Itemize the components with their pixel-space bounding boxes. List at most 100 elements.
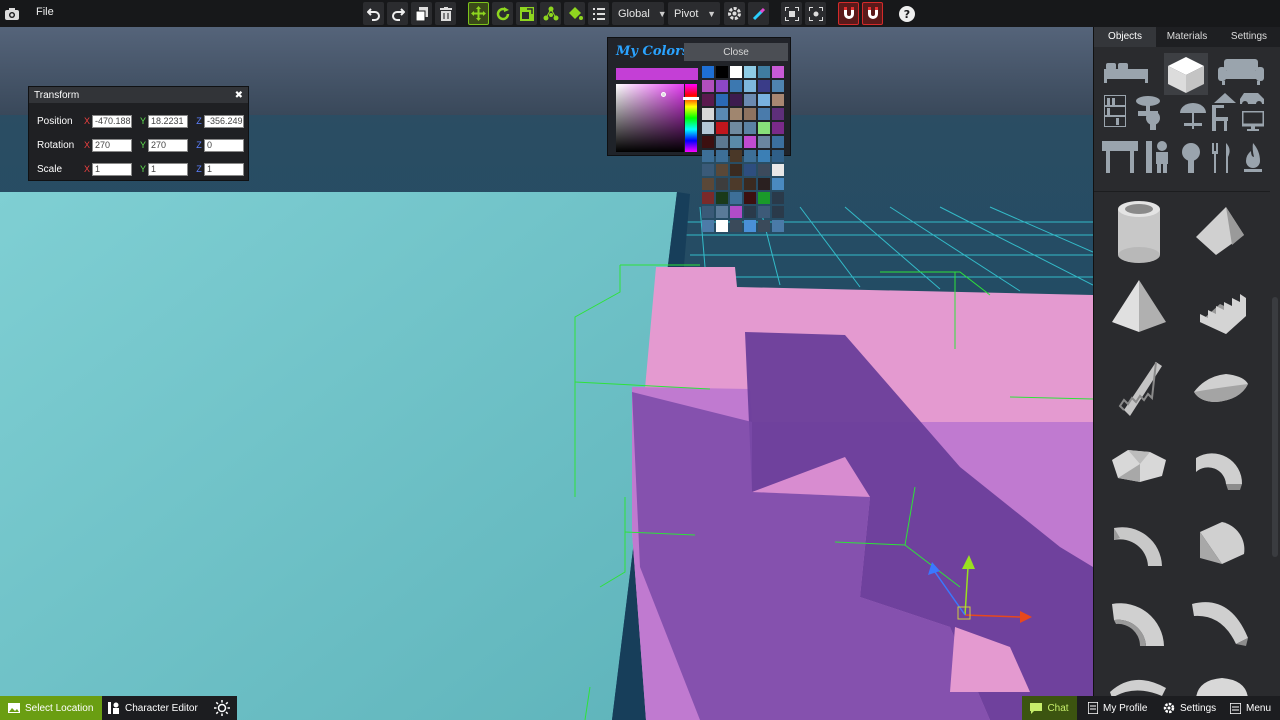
saturation-value-picker[interactable] xyxy=(616,84,684,152)
help-button[interactable]: ? xyxy=(896,2,917,25)
lighting-button[interactable] xyxy=(214,700,230,719)
color-swatch[interactable] xyxy=(702,178,714,190)
color-swatch[interactable] xyxy=(758,220,770,232)
bend-shape[interactable] xyxy=(1186,586,1256,656)
color-swatch[interactable] xyxy=(702,220,714,232)
color-swatch[interactable] xyxy=(758,108,770,120)
scale-tool-button[interactable] xyxy=(516,2,537,25)
chat-button[interactable]: Chat xyxy=(1022,696,1077,720)
color-swatch[interactable] xyxy=(772,94,784,106)
quarter-round-shape[interactable] xyxy=(1186,508,1256,578)
scale-z-input[interactable]: 1 xyxy=(204,162,244,176)
long-stairs-shape[interactable] xyxy=(1104,352,1174,422)
transform-panel-header[interactable]: Transform ✖ xyxy=(29,87,248,103)
tab-settings[interactable]: Settings xyxy=(1218,27,1280,47)
color-swatch[interactable] xyxy=(716,150,728,162)
color-swatch[interactable] xyxy=(772,66,784,78)
dome-shape[interactable] xyxy=(1186,662,1256,696)
color-swatch[interactable] xyxy=(744,108,756,120)
hue-slider-handle[interactable] xyxy=(683,97,699,100)
space-dropdown[interactable]: Global ▼ xyxy=(612,2,667,25)
color-swatch[interactable] xyxy=(772,122,784,134)
color-swatch[interactable] xyxy=(716,220,728,232)
thick-arc-shape[interactable] xyxy=(1104,586,1174,656)
duplicate-button[interactable] xyxy=(411,2,432,25)
undo-button[interactable] xyxy=(363,2,384,25)
list-button[interactable] xyxy=(588,2,609,25)
tree-icon[interactable] xyxy=(1180,143,1202,176)
color-swatch[interactable] xyxy=(744,220,756,232)
color-swatch[interactable] xyxy=(716,80,728,92)
color-swatch[interactable] xyxy=(744,206,756,218)
rotation-x-input[interactable]: 270 xyxy=(92,138,132,152)
color-swatch[interactable] xyxy=(772,220,784,232)
color-swatch[interactable] xyxy=(730,220,742,232)
color-swatch[interactable] xyxy=(730,94,742,106)
panel-scrollbar[interactable] xyxy=(1272,297,1278,557)
color-swatch[interactable] xyxy=(716,122,728,134)
color-swatch[interactable] xyxy=(744,94,756,106)
lightbulb-icon[interactable] xyxy=(1142,106,1164,136)
magnet-surface-button[interactable] xyxy=(862,2,883,25)
curved-pipe-shape[interactable] xyxy=(1186,430,1256,500)
color-swatch[interactable] xyxy=(772,178,784,190)
rotation-y-input[interactable]: 270 xyxy=(148,138,188,152)
color-swatch[interactable] xyxy=(730,122,742,134)
position-y-input[interactable]: 18.2231 xyxy=(148,114,188,128)
color-swatch[interactable] xyxy=(744,122,756,134)
scale-y-input[interactable]: 1 xyxy=(148,162,188,176)
delete-button[interactable] xyxy=(435,2,456,25)
color-swatch[interactable] xyxy=(744,80,756,92)
my-profile-button[interactable]: My Profile xyxy=(1088,696,1147,720)
color-swatch[interactable] xyxy=(730,80,742,92)
color-swatch[interactable] xyxy=(702,150,714,162)
cylinder-shape[interactable] xyxy=(1104,197,1174,267)
scale-x-input[interactable]: 1 xyxy=(92,162,132,176)
color-swatch[interactable] xyxy=(730,108,742,120)
cushion-shape[interactable] xyxy=(1186,352,1256,422)
color-swatch[interactable] xyxy=(716,94,728,106)
color-swatch[interactable] xyxy=(744,136,756,148)
pivot-dropdown[interactable]: Pivot ▼ xyxy=(668,2,720,25)
color-swatch[interactable] xyxy=(702,192,714,204)
color-swatch[interactable] xyxy=(744,164,756,176)
stairs-shape[interactable] xyxy=(1186,274,1256,344)
color-swatch[interactable] xyxy=(772,206,784,218)
color-swatch[interactable] xyxy=(758,164,770,176)
rotate-tool-button[interactable] xyxy=(492,2,513,25)
color-swatch[interactable] xyxy=(758,94,770,106)
color-swatch[interactable] xyxy=(744,66,756,78)
color-swatch[interactable] xyxy=(716,164,728,176)
position-x-input[interactable]: -470.188 xyxy=(92,114,132,128)
menu-button[interactable]: Menu xyxy=(1230,696,1271,720)
color-swatch[interactable] xyxy=(772,136,784,148)
color-swatch[interactable] xyxy=(758,80,770,92)
car-icon[interactable] xyxy=(1238,91,1266,110)
color-swatch[interactable] xyxy=(730,136,742,148)
color-swatch[interactable] xyxy=(702,80,714,92)
tab-materials[interactable]: Materials xyxy=(1156,27,1218,47)
color-swatch[interactable] xyxy=(744,178,756,190)
table-icon[interactable] xyxy=(1102,141,1138,176)
color-swatch[interactable] xyxy=(758,66,770,78)
move-tool-button[interactable] xyxy=(468,2,489,25)
color-swatch[interactable] xyxy=(730,150,742,162)
color-swatch[interactable] xyxy=(758,122,770,134)
color-swatch[interactable] xyxy=(702,206,714,218)
magnet-snap-button[interactable] xyxy=(838,2,859,25)
focus-button[interactable] xyxy=(781,2,802,25)
color-swatch[interactable] xyxy=(702,122,714,134)
color-swatch[interactable] xyxy=(744,192,756,204)
color-swatch[interactable] xyxy=(730,66,742,78)
cube-icon[interactable] xyxy=(1164,53,1208,95)
color-swatch[interactable] xyxy=(702,136,714,148)
color-picker-button[interactable] xyxy=(748,2,769,25)
beach-umbrella-icon[interactable] xyxy=(1178,101,1208,132)
color-swatch[interactable] xyxy=(716,192,728,204)
network-tool-button[interactable] xyxy=(540,2,561,25)
color-swatch[interactable] xyxy=(758,150,770,162)
close-icon[interactable]: ✖ xyxy=(235,90,243,101)
color-swatch[interactable] xyxy=(730,178,742,190)
color-swatch[interactable] xyxy=(716,136,728,148)
fire-icon[interactable] xyxy=(1242,143,1264,176)
